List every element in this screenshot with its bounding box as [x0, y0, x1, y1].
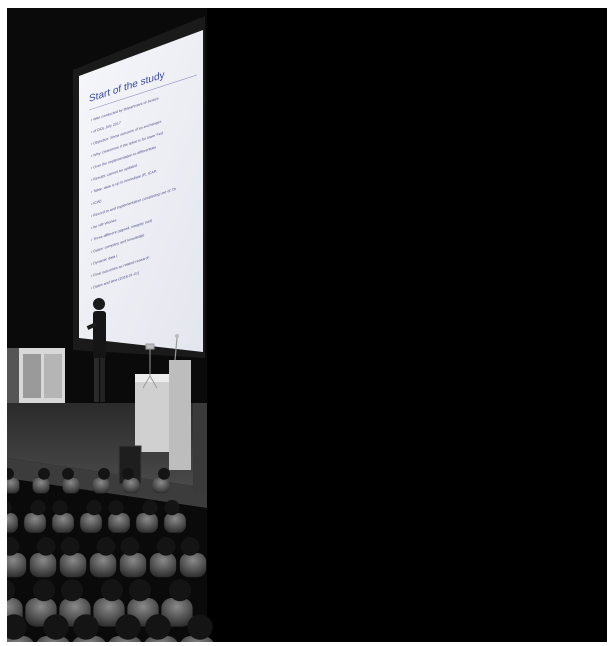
audience-head: [43, 614, 69, 640]
plant-right: [193, 403, 207, 493]
panel-detail: [23, 354, 41, 398]
audience-seat: [59, 553, 87, 578]
audience-head: [158, 467, 170, 480]
audience-seat: [29, 553, 57, 578]
audience-seat: [179, 553, 207, 578]
panel-detail: [44, 354, 62, 398]
plant-left: [7, 348, 19, 408]
audience-head: [30, 499, 46, 516]
audience-head: [115, 614, 141, 640]
audience-head: [120, 537, 140, 556]
audience-seat: [7, 478, 20, 494]
audience-head: [187, 614, 213, 640]
audience-seat: [24, 513, 46, 533]
audience-seat: [32, 478, 50, 494]
audience-head: [145, 614, 171, 640]
audience-head: [38, 467, 50, 480]
audience-head: [60, 537, 80, 556]
conference-photo: Start of the study • Was conducted by De…: [7, 8, 607, 642]
audience-head: [86, 499, 102, 516]
audience-head: [98, 467, 110, 480]
audience-seat: [122, 478, 140, 494]
audience-head: [60, 579, 84, 602]
audience-seat: [7, 553, 27, 578]
audience-head: [122, 467, 134, 480]
audience-head: [180, 537, 200, 556]
audience-head: [164, 499, 180, 516]
audience-seat: [89, 553, 117, 578]
audience-seat: [7, 513, 18, 533]
audience-seat: [92, 478, 110, 494]
audience-head: [62, 467, 74, 480]
audience-head: [32, 579, 56, 602]
audience-head: [128, 579, 152, 602]
audience-seat: [62, 478, 80, 494]
audience-seat: [152, 478, 170, 494]
audience-head: [52, 499, 68, 516]
audience-seat: [164, 513, 186, 533]
audience-head: [100, 579, 124, 602]
audience-seat: [80, 513, 102, 533]
audience-seat: [149, 553, 177, 578]
audience-seat: [108, 513, 130, 533]
audience-seat: [136, 513, 158, 533]
audience-seat: [52, 513, 74, 533]
audience-head: [73, 614, 99, 640]
audience-head: [108, 499, 124, 516]
audience-head: [168, 579, 192, 602]
audience-head: [156, 537, 176, 556]
photo-scene: Start of the study • Was conducted by De…: [7, 8, 214, 642]
audience-head: [142, 499, 158, 516]
audience-head: [96, 537, 116, 556]
audience-seat: [119, 553, 147, 578]
audience-head: [36, 537, 56, 556]
